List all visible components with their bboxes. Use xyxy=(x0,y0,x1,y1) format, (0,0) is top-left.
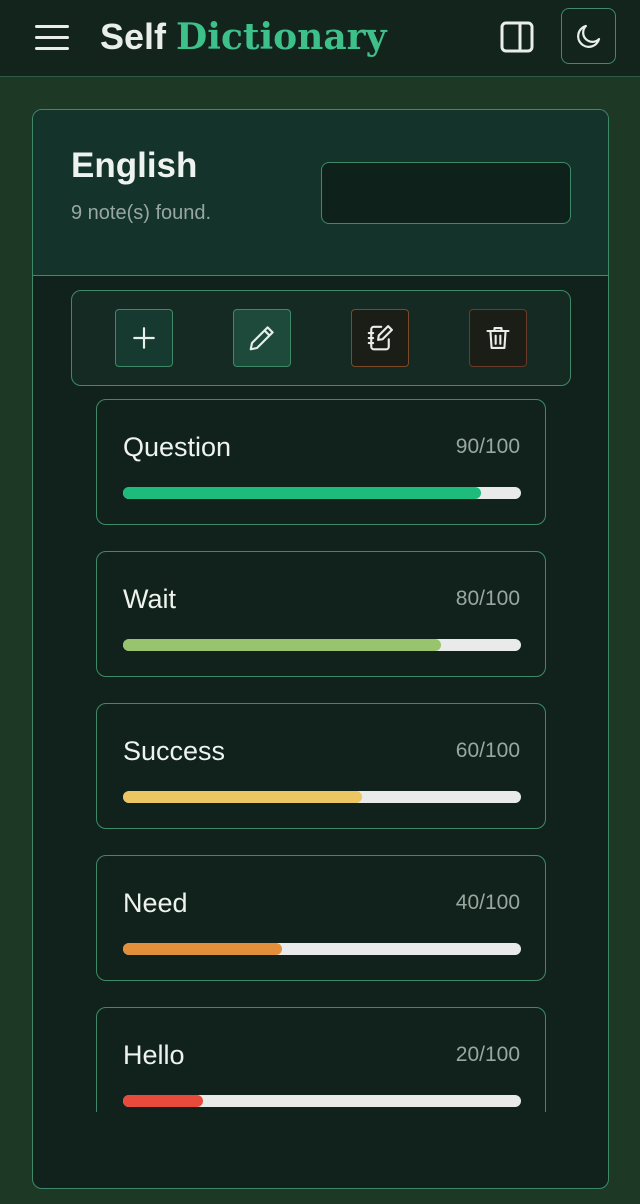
score-progress-fill xyxy=(123,639,442,651)
pencil-icon xyxy=(249,326,274,351)
hamburger-menu-icon[interactable] xyxy=(35,22,71,52)
note-item[interactable]: Hello 20/100 xyxy=(96,1007,546,1112)
notebook-header: English 9 note(s) found. xyxy=(33,110,608,276)
app-title-dictionary: Dictionary xyxy=(176,16,387,58)
score-progress-bar xyxy=(123,943,521,955)
note-word: Success xyxy=(123,736,226,766)
score-progress-bar xyxy=(123,639,521,651)
moon-icon xyxy=(576,24,600,48)
score-progress-bar xyxy=(123,791,521,803)
notebook-edit-icon xyxy=(367,325,393,351)
sidebar-panel-button[interactable] xyxy=(492,12,542,62)
score-progress-fill xyxy=(123,943,283,955)
score-progress-bar xyxy=(123,487,521,499)
theme-toggle-button[interactable] xyxy=(561,8,616,64)
notes-count: 9 note(s) found. xyxy=(71,202,212,224)
edit-note-button[interactable] xyxy=(233,309,291,367)
note-score: 60/100 xyxy=(455,739,520,762)
note-score: 80/100 xyxy=(455,587,520,610)
score-progress-fill xyxy=(123,487,482,499)
score-progress-fill xyxy=(123,1095,203,1107)
top-app-bar: Self Dictionary xyxy=(0,0,640,77)
sidebar-panel-icon xyxy=(500,21,534,53)
delete-note-button[interactable] xyxy=(469,309,527,367)
note-word: Question xyxy=(123,432,232,462)
app-title: Self Dictionary xyxy=(100,14,387,62)
note-item[interactable]: Wait 80/100 xyxy=(96,551,546,677)
notebook-card: English 9 note(s) found. Question 90/100… xyxy=(32,109,609,1189)
score-progress-bar xyxy=(123,1095,521,1107)
search-box[interactable] xyxy=(321,162,574,224)
note-word: Wait xyxy=(123,584,176,614)
search-input[interactable] xyxy=(342,173,574,213)
note-item[interactable]: Success 60/100 xyxy=(96,703,546,829)
note-score: 20/100 xyxy=(455,1043,520,1066)
note-score: 40/100 xyxy=(455,891,520,914)
score-progress-fill xyxy=(123,791,362,803)
note-item[interactable]: Need 40/100 xyxy=(96,855,546,981)
edit-notebook-button[interactable] xyxy=(351,309,409,367)
plus-icon xyxy=(133,327,155,349)
note-item[interactable]: Question 90/100 xyxy=(96,399,546,525)
note-score: 90/100 xyxy=(455,435,520,458)
note-word: Need xyxy=(123,888,188,918)
add-note-button[interactable] xyxy=(115,309,173,367)
notes-list[interactable]: Question 90/100 Wait 80/100 Success 60/1… xyxy=(96,399,546,1112)
notebook-title: English xyxy=(71,146,198,185)
app-title-self: Self xyxy=(100,16,167,57)
note-toolbar xyxy=(71,290,571,386)
trash-icon xyxy=(486,327,510,349)
note-word: Hello xyxy=(123,1040,185,1070)
